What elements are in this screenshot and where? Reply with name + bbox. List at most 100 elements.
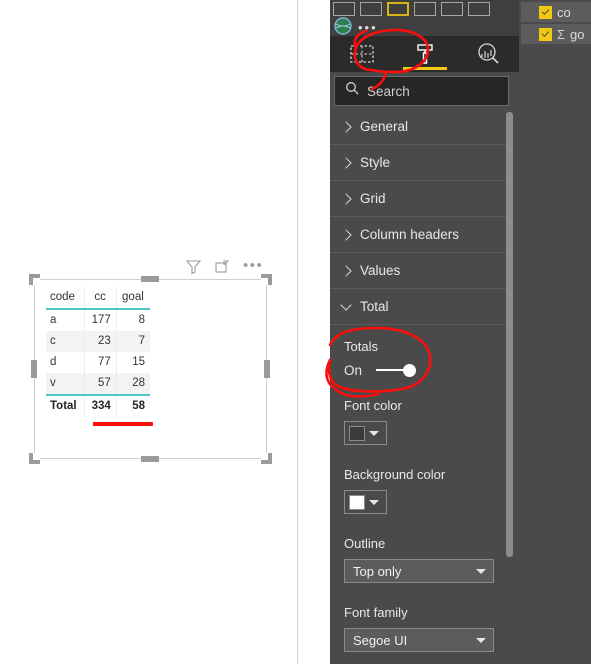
chevron-right-icon — [340, 264, 352, 277]
selection-handle-right[interactable] — [264, 360, 270, 378]
checkbox-checked-icon[interactable] — [539, 27, 552, 41]
tab-fields[interactable] — [330, 36, 393, 72]
table-icon[interactable] — [387, 2, 409, 16]
field-item-goal[interactable]: Σ go — [521, 24, 591, 44]
ribbon-chart-icon[interactable] — [360, 2, 382, 16]
pane-tab-strip[interactable] — [330, 36, 519, 72]
background-color-label: Background color — [344, 467, 446, 482]
outline-dropdown[interactable]: Top only — [344, 559, 494, 583]
globe-map-icon[interactable] — [333, 16, 353, 37]
search-box[interactable] — [334, 76, 509, 106]
column-header-code[interactable]: code — [46, 287, 85, 310]
app-root: ••• code cc goal a 177 8 c 23 7 d 77 15 … — [0, 0, 591, 664]
font-family-dropdown[interactable]: Segoe UI — [344, 628, 494, 652]
tab-analytics[interactable] — [456, 36, 519, 72]
cell-code: v — [50, 377, 56, 389]
canvas-divider — [297, 0, 298, 664]
chevron-right-icon — [340, 228, 352, 241]
chevron-right-icon — [340, 120, 352, 133]
r-script-icon[interactable] — [441, 2, 463, 16]
cell-code: d — [50, 356, 57, 368]
totals-toggle-switch[interactable] — [376, 362, 420, 378]
section-style[interactable]: Style — [330, 145, 513, 181]
matrix-icon[interactable] — [414, 2, 436, 16]
chevron-right-icon — [340, 192, 352, 205]
font-color-picker[interactable] — [344, 421, 387, 445]
section-grid[interactable]: Grid — [330, 181, 513, 217]
section-values[interactable]: Values — [330, 253, 513, 289]
selection-handle-bl[interactable] — [29, 453, 40, 464]
total-cc: 334 — [84, 394, 117, 417]
background-color-swatch — [349, 494, 365, 510]
active-tab-indicator — [402, 67, 447, 70]
selection-handle-left[interactable] — [31, 360, 37, 378]
table-row[interactable]: a 177 8 — [46, 309, 150, 331]
section-label: General — [360, 119, 409, 134]
totals-toggle-row[interactable]: On — [344, 362, 513, 378]
selection-handle-br[interactable] — [261, 453, 272, 464]
visual-header-toolbar[interactable]: ••• — [185, 256, 270, 276]
table-total-row[interactable]: Total 334 58 — [46, 394, 150, 417]
area-chart-icon[interactable] — [333, 2, 355, 16]
section-general[interactable]: General — [330, 109, 513, 145]
section-label: Values — [360, 263, 401, 278]
format-sections-list[interactable]: General Style Grid Column headers Values… — [330, 109, 513, 664]
toggle-knob[interactable] — [403, 364, 417, 377]
key-influencers-icon[interactable] — [468, 2, 490, 16]
column-header-goal[interactable]: goal — [115, 287, 150, 310]
cell-goal: 28 — [115, 373, 150, 395]
table-row[interactable]: v 57 28 — [46, 373, 150, 395]
section-label: Column headers — [360, 227, 460, 242]
chevron-down-icon — [340, 298, 352, 311]
table-row[interactable]: d 77 15 — [46, 352, 150, 373]
chevron-down-icon[interactable] — [369, 430, 379, 436]
more-visuals-icon[interactable]: ••• — [358, 21, 378, 34]
selection-handle-tr[interactable] — [261, 274, 272, 285]
selection-handle-bottom[interactable] — [141, 456, 159, 462]
table-visual[interactable]: code cc goal a 177 8 c 23 7 d 77 15 v 57… — [46, 287, 150, 417]
cell-cc: 57 — [84, 373, 117, 395]
cell-goal: 7 — [115, 331, 150, 352]
fields-panel: co Σ go — [519, 0, 591, 664]
chevron-down-icon[interactable] — [476, 568, 486, 574]
tab-format[interactable] — [393, 36, 456, 72]
cell-cc: 177 — [84, 309, 117, 331]
total-section-body: Totals On Font color Background color Ou… — [330, 325, 513, 664]
section-column-headers[interactable]: Column headers — [330, 217, 513, 253]
outline-value: Top only — [353, 563, 402, 579]
more-options-icon[interactable]: ••• — [243, 258, 263, 273]
chevron-right-icon — [340, 156, 352, 169]
total-label: Total — [46, 394, 85, 417]
table-row[interactable]: c 23 7 — [46, 331, 150, 352]
cell-cc: 77 — [84, 352, 117, 373]
focus-mode-icon[interactable] — [214, 258, 231, 275]
pane-scrollbar-thumb[interactable] — [506, 112, 513, 557]
totals-label: Totals — [344, 339, 378, 354]
chevron-down-icon[interactable] — [369, 499, 379, 505]
selection-handle-top[interactable] — [141, 276, 159, 282]
background-color-picker[interactable] — [344, 490, 387, 514]
search-icon — [345, 81, 360, 101]
checkbox-checked-icon[interactable] — [539, 5, 552, 19]
selection-handle-tl[interactable] — [29, 274, 40, 285]
field-item-code[interactable]: co — [521, 2, 591, 22]
sigma-aggregate-icon: Σ — [557, 26, 566, 42]
section-label: Total — [360, 299, 389, 314]
column-header-cc[interactable]: cc — [84, 287, 117, 310]
filter-icon[interactable] — [185, 258, 202, 275]
section-total[interactable]: Total — [330, 289, 513, 325]
section-label: Style — [360, 155, 391, 170]
cell-goal: 15 — [115, 352, 150, 373]
font-color-label: Font color — [344, 398, 402, 413]
visualization-type-gallery[interactable]: ••• — [330, 0, 519, 36]
cell-goal: 8 — [115, 309, 150, 331]
viz-gallery-row-2: ••• — [330, 16, 519, 37]
field-label: go — [570, 26, 585, 42]
report-canvas[interactable]: ••• code cc goal a 177 8 c 23 7 d 77 15 … — [0, 0, 298, 664]
table-header-row: code cc goal — [46, 287, 150, 310]
chevron-down-icon[interactable] — [476, 637, 486, 643]
font-family-value: Segoe UI — [353, 632, 408, 648]
cell-code: a — [50, 314, 57, 326]
search-input[interactable] — [367, 83, 487, 99]
outline-label: Outline — [344, 536, 386, 551]
